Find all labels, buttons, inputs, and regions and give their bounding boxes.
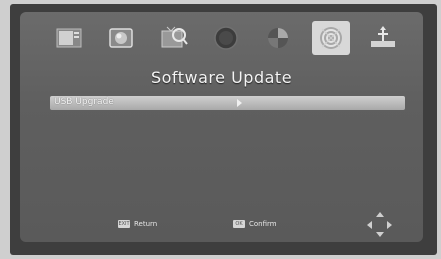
arrow-down-icon	[376, 232, 384, 237]
return-hint: EXIT Return	[118, 220, 157, 228]
top-menu-bar	[50, 20, 402, 56]
picture-icon[interactable]	[102, 21, 140, 55]
arrow-right-icon	[387, 221, 392, 229]
usb-icon[interactable]	[364, 21, 402, 55]
channel-search-icon[interactable]	[155, 21, 193, 55]
exit-key-icon: EXIT	[118, 220, 130, 228]
chevron-right-icon	[237, 99, 242, 107]
option-icon[interactable]	[259, 21, 297, 55]
ok-key-icon: OK	[233, 220, 245, 228]
arrow-up-icon	[376, 212, 384, 217]
menu-item-label: USB Upgrade	[54, 97, 114, 107]
arrow-left-icon	[367, 221, 372, 229]
menu-item-usb-upgrade[interactable]: USB Upgrade	[50, 96, 405, 110]
footer-hints: EXIT Return OK Confirm	[20, 220, 423, 234]
installation-icon[interactable]	[50, 21, 88, 55]
confirm-hint: OK Confirm	[233, 220, 277, 228]
return-label: Return	[134, 220, 158, 228]
time-icon[interactable]	[207, 21, 245, 55]
page-title: Software Update	[150, 68, 293, 87]
navigation-arrows-icon	[367, 212, 393, 238]
confirm-label: Confirm	[249, 220, 277, 228]
system-icon[interactable]	[311, 21, 350, 55]
osd-screen: Software Update USB Upgrade EXIT Return …	[20, 12, 423, 242]
